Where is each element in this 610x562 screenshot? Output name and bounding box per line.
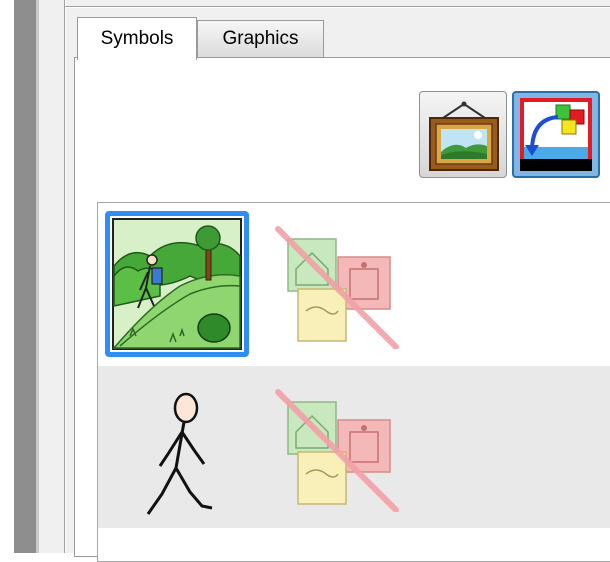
insert-picture-button[interactable] — [419, 91, 507, 178]
tab-graphics[interactable]: Graphics — [197, 20, 324, 57]
group-border-left-highlight — [65, 0, 66, 553]
no-graphic-cell[interactable] — [268, 219, 408, 350]
no-graphic-icon — [275, 389, 399, 513]
group-border-top-highlight — [65, 7, 610, 8]
swap-graphics-button[interactable] — [512, 91, 600, 178]
window-outer-edge — [0, 0, 14, 553]
framed-picture-icon — [429, 101, 499, 171]
splitter-bar[interactable] — [14, 0, 36, 553]
symbol-list — [97, 202, 610, 562]
selected-symbol-cell[interactable] — [105, 211, 249, 357]
swap-graphics-icon — [520, 98, 592, 171]
list-item[interactable] — [98, 203, 610, 366]
walking-stick-figure-symbol — [146, 392, 213, 515]
no-graphic-icon — [275, 226, 399, 350]
symbol-cell[interactable] — [108, 376, 248, 520]
list-item[interactable] — [98, 366, 610, 528]
tab-symbols[interactable]: Symbols — [77, 17, 197, 60]
hiking-symbol-picture — [112, 218, 242, 350]
tab-graphics-label: Graphics — [222, 28, 299, 49]
no-graphic-cell[interactable] — [268, 382, 408, 513]
tab-symbols-label: Symbols — [100, 28, 174, 49]
